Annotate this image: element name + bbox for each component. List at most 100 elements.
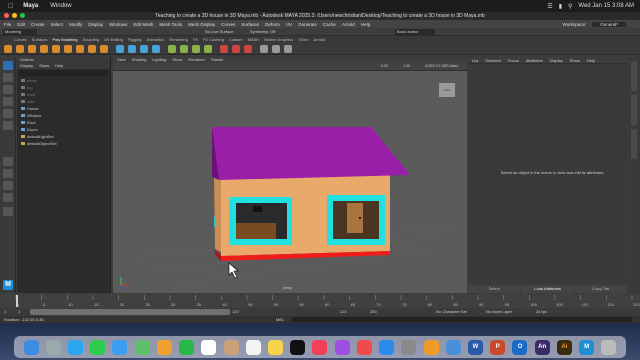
finder-icon[interactable] (23, 339, 39, 355)
range-bar[interactable] (30, 309, 230, 315)
outliner-menu-item[interactable]: Display (20, 63, 33, 69)
music-icon[interactable] (312, 339, 328, 355)
menu-item[interactable]: Edit Mesh (133, 22, 153, 27)
live-surface-label[interactable]: No Live Surface (205, 29, 233, 34)
reminders-icon[interactable] (245, 339, 261, 355)
preview-icon[interactable] (445, 339, 461, 355)
mirror-icon[interactable] (260, 45, 268, 53)
apple-icon[interactable]:  (8, 3, 13, 10)
channel-box-tab[interactable] (631, 95, 637, 125)
two-view-icon[interactable] (3, 181, 13, 190)
animate-icon[interactable]: An (534, 339, 550, 355)
mac-menu-app[interactable]: Maya (23, 3, 38, 9)
max-frame-field[interactable]: 200 (370, 309, 377, 314)
menu-item[interactable]: Mesh Tools (159, 22, 182, 27)
shelf-tab[interactable]: Arnold (314, 37, 326, 42)
shelf-tab[interactable]: Sculpting (83, 37, 99, 42)
app-store-icon[interactable] (379, 339, 395, 355)
shelf-tab[interactable]: Custom (229, 37, 243, 42)
menu-item[interactable]: Cache (323, 22, 336, 27)
outliner-item[interactable]: top (17, 84, 110, 91)
menu-item[interactable]: UV (286, 22, 292, 27)
mail-icon[interactable] (112, 339, 128, 355)
scale-tool-icon[interactable] (3, 121, 13, 130)
attr-menu-item[interactable]: Attributes (526, 57, 543, 63)
pyramid-icon[interactable] (100, 45, 108, 53)
battery-icon[interactable]: ▮ (559, 3, 562, 10)
calendar-icon[interactable] (201, 339, 217, 355)
attribute-editor-tab[interactable] (631, 61, 637, 91)
attr-menu-item[interactable]: Show (570, 57, 580, 63)
menu-item[interactable]: File (4, 22, 11, 27)
attr-menu-item[interactable]: Selected (485, 57, 501, 63)
menu-item[interactable]: Arnold (342, 22, 355, 27)
close-icon[interactable] (4, 13, 9, 18)
podcasts-icon[interactable] (334, 339, 350, 355)
paint-select-icon[interactable] (3, 85, 13, 94)
copy-tab-button[interactable]: Copy Tab (574, 285, 627, 293)
mel-label[interactable]: MEL (276, 317, 284, 322)
outlook-icon[interactable]: O (512, 339, 528, 355)
outliner-item[interactable]: Doors (17, 126, 110, 133)
photos-icon[interactable] (156, 339, 172, 355)
menu-item[interactable]: Edit (17, 22, 25, 27)
smooth-icon[interactable] (140, 45, 148, 53)
load-attributes-button[interactable]: Load Attributes (521, 285, 574, 293)
outliner-search-input[interactable] (19, 70, 108, 76)
scene-canvas[interactable] (113, 57, 467, 293)
house-model[interactable] (212, 127, 410, 261)
platonic-icon[interactable] (88, 45, 96, 53)
target-weld-icon[interactable] (244, 45, 252, 53)
bevel-icon[interactable] (192, 45, 200, 53)
news-icon[interactable] (356, 339, 372, 355)
notes-icon[interactable] (268, 339, 284, 355)
current-frame-marker[interactable] (16, 295, 18, 307)
viewport-panel[interactable]: View Shading Lighting Show Renderer Pane… (113, 57, 467, 293)
search-icon[interactable]: ⚲ (568, 3, 572, 10)
attr-menu-item[interactable]: Focus (508, 57, 519, 63)
trash-icon[interactable] (601, 339, 617, 355)
sphere-icon[interactable] (4, 45, 12, 53)
outliner-item[interactable]: Window (17, 112, 110, 119)
maximize-icon[interactable] (20, 13, 25, 18)
shelf-tab[interactable]: FX (193, 37, 198, 42)
menu-item[interactable]: Curves (221, 22, 235, 27)
outliner-view-icon[interactable] (3, 193, 13, 202)
boolean-icon[interactable] (152, 45, 160, 53)
menu-item[interactable]: Create (31, 22, 45, 27)
character-set-dropdown[interactable]: No Character Set (436, 309, 467, 314)
fps-dropdown[interactable]: 24 fps (536, 309, 547, 314)
safari-icon[interactable] (68, 339, 84, 355)
uv-unfold-icon[interactable] (284, 45, 292, 53)
cone-icon[interactable] (40, 45, 48, 53)
command-input[interactable] (292, 317, 632, 322)
clock[interactable]: Wed Jan 15 3:08 AM (578, 3, 634, 9)
plane-icon[interactable] (64, 45, 72, 53)
tv-icon[interactable] (290, 339, 306, 355)
menu-item[interactable]: Modify (69, 22, 82, 27)
search-icon[interactable] (3, 207, 13, 216)
attr-menu-item[interactable]: List (472, 57, 478, 63)
lasso-tool-icon[interactable] (3, 73, 13, 82)
menu-item[interactable]: Mesh Display (188, 22, 215, 27)
four-view-icon[interactable] (3, 169, 13, 178)
shelf-tab[interactable]: Animation (147, 37, 165, 42)
single-view-icon[interactable] (3, 157, 13, 166)
word-icon[interactable]: W (467, 339, 483, 355)
end-frame-field[interactable]: 120 (340, 309, 347, 314)
bridge-icon[interactable] (180, 45, 188, 53)
sign-in-button[interactable]: Book author (395, 29, 435, 35)
outliner-item[interactable]: defaultLightSet (17, 133, 110, 140)
cube-icon[interactable] (16, 45, 24, 53)
shelf-tab[interactable]: Poly Modeling (52, 37, 77, 42)
select-button[interactable]: Select (468, 285, 521, 293)
shelf-tab[interactable]: Motion Graphics (264, 37, 293, 42)
contacts-icon[interactable] (223, 339, 239, 355)
fill-hole-icon[interactable] (204, 45, 212, 53)
outliner-menu-item[interactable]: Help (55, 63, 63, 69)
settings-icon[interactable] (401, 339, 417, 355)
menu-item[interactable]: Help (361, 22, 370, 27)
separate-icon[interactable] (128, 45, 136, 53)
shelf-tab[interactable]: Rendering (169, 37, 187, 42)
maps-icon[interactable] (134, 339, 150, 355)
